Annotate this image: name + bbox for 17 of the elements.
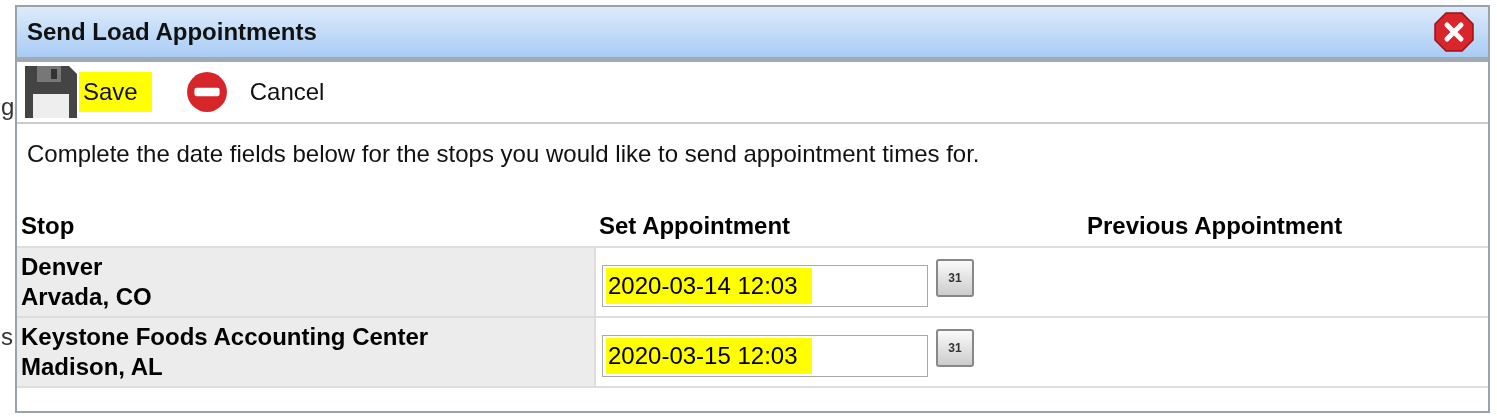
calendar-button[interactable]: 31 bbox=[936, 329, 974, 367]
column-header: Stop bbox=[21, 212, 75, 239]
column-header: Previous Appointment bbox=[1087, 212, 1343, 239]
toolbar-button[interactable]: Save bbox=[79, 72, 152, 112]
date-field[interactable]: 2020-03-15 12:03 bbox=[602, 335, 928, 377]
background-text: g bbox=[1, 92, 15, 122]
date-field[interactable]: 2020-03-14 12:03 bbox=[602, 265, 928, 307]
background-text: s bbox=[1, 322, 14, 352]
stop-cell: Keystone Foods Accounting Center Madison, AL bbox=[17, 317, 595, 386]
column-header: Set Appointment bbox=[599, 212, 791, 239]
toolbar-button[interactable]: Cancel bbox=[245, 72, 339, 112]
instructions-text: Complete the date fields below for the stops you would like to send appointment times for. bbox=[26, 139, 981, 169]
window-title: Send Load Appointments bbox=[27, 18, 317, 46]
calendar-button[interactable]: 31 bbox=[936, 259, 974, 297]
cancel-icon[interactable] bbox=[185, 71, 228, 113]
stop-cell: Denver Arvada, CO bbox=[17, 247, 595, 317]
close-icon[interactable] bbox=[1434, 12, 1474, 52]
